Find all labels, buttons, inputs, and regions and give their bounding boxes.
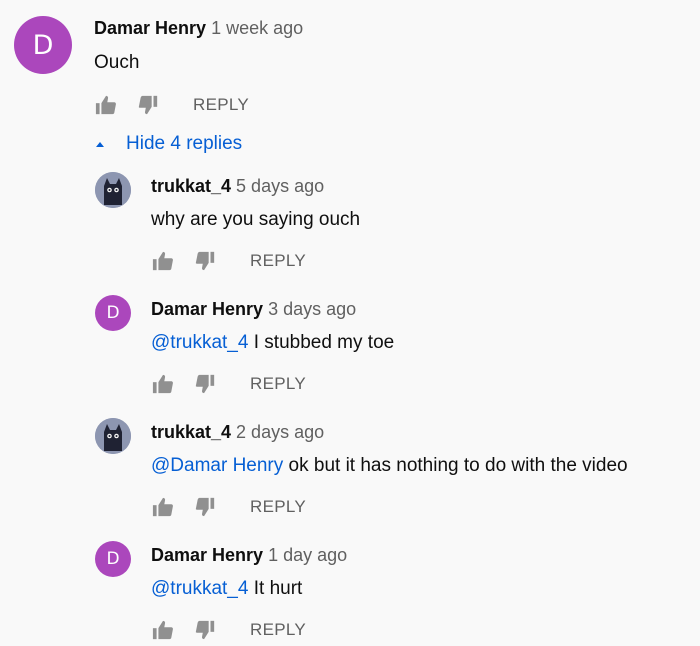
- avatar-letter: D: [106, 549, 120, 569]
- comment-text: @trukkat_4 I stubbed my toe: [151, 332, 394, 354]
- hide-replies-button[interactable]: Hide 4 replies: [94, 133, 242, 155]
- reply-comment: D Damar Henry 3 days ago @trukkat_4 I stu…: [0, 290, 700, 400]
- comment-time[interactable]: 1 day ago: [268, 545, 347, 565]
- comment-text: @trukkat_4 It hurt: [151, 578, 302, 600]
- thumbs-up-icon[interactable]: [152, 250, 174, 272]
- comment-header: trukkat_4 5 days ago: [151, 176, 324, 197]
- hide-replies-label: Hide 4 replies: [126, 133, 243, 154]
- comment-text: @Damar Henry ok but it has nothing to do…: [151, 455, 628, 477]
- comment-body: ok but it has nothing to do with the vid…: [283, 455, 628, 476]
- comment-time[interactable]: 3 days ago: [268, 299, 356, 319]
- mention-link[interactable]: @trukkat_4: [151, 578, 248, 599]
- thumbs-up-icon[interactable]: [152, 619, 174, 641]
- comment-actions: REPLY: [152, 249, 306, 273]
- reply-comment: trukkat_4 2 days ago @Damar Henry ok but …: [0, 413, 700, 523]
- comment-text: why are you saying ouch: [151, 209, 360, 231]
- avatar[interactable]: [95, 418, 131, 454]
- author-name[interactable]: Damar Henry: [151, 299, 263, 319]
- avatar[interactable]: D: [95, 295, 131, 331]
- comment-header: trukkat_4 2 days ago: [151, 422, 324, 443]
- comment-time[interactable]: 5 days ago: [236, 176, 324, 196]
- comment-actions: REPLY: [95, 93, 249, 117]
- comment-time[interactable]: 1 week ago: [211, 18, 303, 38]
- reply-button[interactable]: REPLY: [250, 251, 306, 271]
- thumbs-down-icon[interactable]: [137, 94, 159, 116]
- reply-comment: D Damar Henry 1 day ago @trukkat_4 It hur…: [0, 536, 700, 646]
- reply-button[interactable]: REPLY: [250, 620, 306, 640]
- comment-header: Damar Henry 1 day ago: [151, 545, 347, 566]
- thumbs-up-icon[interactable]: [152, 373, 174, 395]
- reply-comment: trukkat_4 5 days ago why are you saying o…: [0, 167, 700, 277]
- comment-time[interactable]: 2 days ago: [236, 422, 324, 442]
- author-name[interactable]: trukkat_4: [151, 176, 231, 196]
- thumbs-down-icon[interactable]: [194, 250, 216, 272]
- author-name[interactable]: trukkat_4: [151, 422, 231, 442]
- thumbs-up-icon[interactable]: [95, 94, 117, 116]
- avatar-letter: D: [32, 29, 54, 61]
- comment-actions: REPLY: [152, 618, 306, 642]
- avatar[interactable]: D: [14, 16, 72, 74]
- thumbs-down-icon[interactable]: [194, 496, 216, 518]
- thumbs-down-icon[interactable]: [194, 373, 216, 395]
- comment-actions: REPLY: [152, 495, 306, 519]
- comment-body: It hurt: [248, 578, 303, 599]
- comment-header: Damar Henry 1 week ago: [94, 18, 303, 39]
- reply-button[interactable]: REPLY: [250, 497, 306, 517]
- comment-body: I stubbed my toe: [248, 332, 395, 353]
- avatar[interactable]: D: [95, 541, 131, 577]
- author-name[interactable]: Damar Henry: [94, 18, 206, 38]
- thumbs-down-icon[interactable]: [194, 619, 216, 641]
- mention-link[interactable]: @trukkat_4: [151, 332, 248, 353]
- cat-icon: [95, 172, 131, 208]
- caret-up-icon: [96, 142, 104, 147]
- reply-button[interactable]: REPLY: [250, 374, 306, 394]
- mention-link[interactable]: @Damar Henry: [151, 455, 283, 476]
- comment-actions: REPLY: [152, 372, 306, 396]
- cat-icon: [95, 418, 131, 454]
- avatar-letter: D: [106, 303, 120, 323]
- comment-body: why are you saying ouch: [151, 209, 361, 230]
- thumbs-up-icon[interactable]: [152, 496, 174, 518]
- comment-body: Ouch: [94, 52, 140, 73]
- avatar[interactable]: [95, 172, 131, 208]
- author-name[interactable]: Damar Henry: [151, 545, 263, 565]
- top-comment: D Damar Henry 1 week ago Ouch REPLY: [0, 0, 700, 130]
- reply-button[interactable]: REPLY: [193, 95, 249, 115]
- comment-text: Ouch: [94, 52, 139, 74]
- comment-header: Damar Henry 3 days ago: [151, 299, 356, 320]
